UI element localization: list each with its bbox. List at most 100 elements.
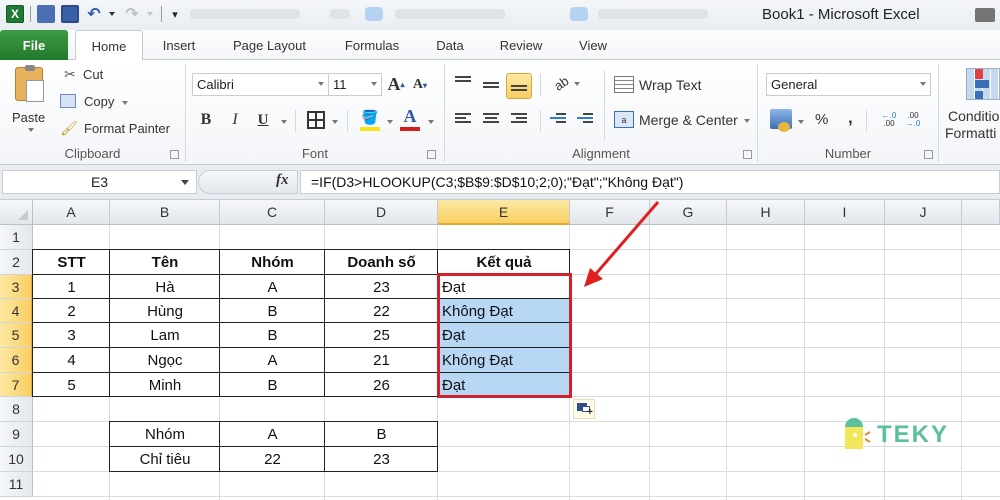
column-header-d[interactable]: D	[325, 200, 438, 225]
borders-icon[interactable]	[307, 111, 325, 129]
undo-dropdown-icon[interactable]	[109, 12, 115, 16]
result-cell[interactable]: Đạt	[438, 275, 570, 299]
number-dialog-launcher-icon[interactable]	[924, 150, 933, 159]
row-header-3[interactable]: 3	[0, 275, 33, 299]
merge-dropdown-icon[interactable]	[744, 119, 750, 123]
copy-dropdown-icon[interactable]	[122, 101, 128, 105]
accounting-dropdown-icon[interactable]	[798, 120, 804, 124]
percent-style-button[interactable]: %	[815, 111, 828, 128]
row-header-1[interactable]: 1	[0, 225, 33, 250]
window-control-icon[interactable]	[975, 8, 995, 22]
table-cell[interactable]: A	[220, 348, 325, 373]
bold-button[interactable]: B	[197, 110, 215, 130]
column-header-b[interactable]: B	[110, 200, 220, 225]
merge-center-button[interactable]: a Merge & Center	[612, 109, 757, 131]
table-cell[interactable]: B	[220, 299, 325, 323]
orientation-icon[interactable]: ab	[546, 68, 575, 97]
table-header-cell[interactable]: Doanh số	[325, 250, 438, 275]
table-cell[interactable]: 23	[325, 275, 438, 299]
table-header-cell[interactable]: STT	[33, 250, 110, 275]
align-bottom-button[interactable]	[506, 73, 532, 99]
grow-font-icon[interactable]: A ▴	[386, 74, 406, 94]
table-cell[interactable]: 22	[325, 299, 438, 323]
row-header-10[interactable]: 10	[0, 447, 33, 472]
tab-insert[interactable]: Insert	[150, 30, 208, 60]
column-header-a[interactable]: A	[33, 200, 110, 225]
increase-decimal-icon[interactable]: ←.0.00	[878, 110, 900, 130]
increase-indent-icon[interactable]	[577, 113, 593, 125]
font-name-select[interactable]: Calibri	[192, 73, 329, 96]
column-header-j[interactable]: J	[885, 200, 962, 225]
decrease-indent-icon[interactable]	[550, 113, 566, 125]
wrap-text-button[interactable]: Wrap Text	[612, 74, 712, 96]
redo-icon[interactable]: ↷	[123, 5, 141, 23]
undo-icon[interactable]: ↶	[85, 5, 103, 23]
select-all-button[interactable]	[0, 200, 33, 225]
row-header-4[interactable]: 4	[0, 299, 33, 323]
underline-dropdown-icon[interactable]	[281, 120, 287, 124]
table-cell[interactable]: 5	[33, 373, 110, 397]
align-middle-icon[interactable]	[483, 82, 499, 94]
borders-dropdown-icon[interactable]	[332, 120, 338, 124]
underline-button[interactable]: U	[254, 110, 272, 130]
name-box[interactable]: E3	[2, 170, 197, 194]
lookup-table-cell[interactable]: Chỉ tiêu	[110, 447, 220, 472]
tab-review[interactable]: Review	[490, 30, 552, 60]
clipboard-dialog-launcher-icon[interactable]	[170, 150, 179, 159]
tab-formulas[interactable]: Formulas	[333, 30, 411, 60]
align-right-icon[interactable]	[511, 113, 527, 125]
table-cell[interactable]: Lam	[110, 323, 220, 348]
table-header-cell[interactable]: Tên	[110, 250, 220, 275]
font-color-icon[interactable]: A	[400, 106, 420, 126]
font-dialog-launcher-icon[interactable]	[427, 150, 436, 159]
shrink-font-icon[interactable]: A ▾	[411, 76, 429, 94]
align-center-icon[interactable]	[483, 113, 499, 125]
table-cell[interactable]: 26	[325, 373, 438, 397]
table-header-cell[interactable]: Kết quả	[438, 250, 570, 275]
row-header-8[interactable]: 8	[0, 397, 33, 422]
orientation-dropdown-icon[interactable]	[574, 82, 580, 86]
row-header-9[interactable]: 9	[0, 422, 33, 447]
decrease-decimal-icon[interactable]: .00 →.0	[902, 110, 924, 130]
row-header-5[interactable]: 5	[0, 323, 33, 348]
table-cell[interactable]: 4	[33, 348, 110, 373]
font-color-dropdown-icon[interactable]	[428, 120, 434, 124]
lookup-table-cell[interactable]: Nhóm	[110, 422, 220, 447]
table-cell[interactable]: 1	[33, 275, 110, 299]
save-as-icon[interactable]	[37, 5, 55, 23]
table-cell[interactable]: Hà	[110, 275, 220, 299]
result-cell[interactable]: Không Đạt	[438, 299, 570, 323]
italic-button[interactable]: I	[226, 110, 244, 130]
copy-button[interactable]: Copy	[60, 93, 140, 111]
format-painter-button[interactable]: 🖌 Format Painter	[60, 120, 180, 138]
alignment-dialog-launcher-icon[interactable]	[743, 150, 752, 159]
paste-button[interactable]: Paste	[8, 64, 54, 132]
lookup-table-cell[interactable]: A	[220, 422, 325, 447]
fill-color-dropdown-icon[interactable]	[387, 120, 393, 124]
tab-data[interactable]: Data	[425, 30, 475, 60]
column-header-c[interactable]: C	[220, 200, 325, 225]
lookup-table-cell[interactable]: B	[325, 422, 438, 447]
fill-color-icon[interactable]: 🪣	[360, 108, 380, 126]
result-cell[interactable]: Đạt	[438, 373, 570, 397]
save-icon[interactable]	[61, 5, 79, 23]
table-cell[interactable]: 25	[325, 323, 438, 348]
table-cell[interactable]: Hùng	[110, 299, 220, 323]
column-header-h[interactable]: H	[727, 200, 805, 225]
table-cell[interactable]: 2	[33, 299, 110, 323]
column-header-k[interactable]	[962, 200, 1000, 225]
paste-dropdown-icon[interactable]	[28, 128, 34, 132]
auto-fill-options-button[interactable]: +	[573, 399, 595, 419]
row-header-6[interactable]: 6	[0, 348, 33, 373]
lookup-table-cell[interactable]: 23	[325, 447, 438, 472]
font-size-select[interactable]: 11	[328, 73, 382, 96]
name-box-dropdown-icon[interactable]	[181, 180, 189, 185]
customize-toolbar-icon[interactable]: ▾	[166, 5, 184, 23]
tab-view[interactable]: View	[568, 30, 618, 60]
conditional-formatting-button[interactable]: Conditio Formatti	[942, 66, 1000, 146]
row-header-2[interactable]: 2	[0, 250, 33, 275]
row-header-11[interactable]: 11	[0, 472, 33, 497]
result-cell[interactable]: Không Đạt	[438, 348, 570, 373]
table-cell[interactable]: 21	[325, 348, 438, 373]
column-header-e[interactable]: E	[438, 200, 570, 225]
